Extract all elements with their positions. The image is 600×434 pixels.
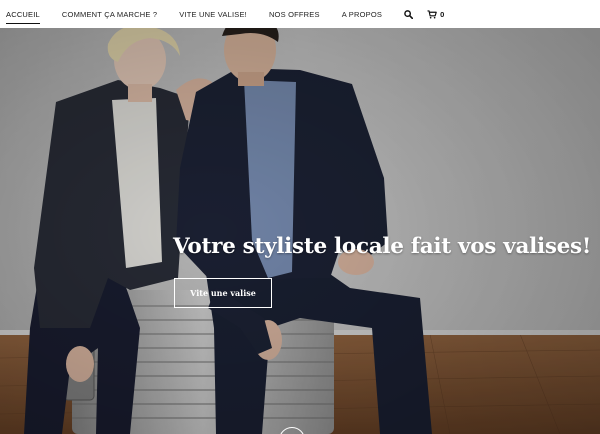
hero-photo	[0, 28, 600, 434]
hero-banner: Votre styliste locale fait vos valises! …	[0, 28, 600, 434]
cart-count: 0	[440, 9, 445, 19]
nav-item-a-propos[interactable]: A PROPOS	[342, 10, 382, 19]
cart-icon	[427, 9, 437, 19]
cart-button[interactable]: 0	[427, 10, 444, 19]
hero-headline: Votre styliste locale fait vos valises!	[173, 234, 591, 259]
nav-item-vite-une-valise[interactable]: VITE UNE VALISE!	[179, 10, 247, 19]
search-icon[interactable]	[404, 9, 414, 19]
top-navigation: ACCUEIL COMMENT ÇA MARCHE ? VITE UNE VAL…	[0, 0, 600, 28]
nav-item-accueil[interactable]: ACCUEIL	[6, 10, 40, 24]
nav-item-comment-ca-marche[interactable]: COMMENT ÇA MARCHE ?	[62, 10, 157, 19]
vite-une-valise-button[interactable]: Vite une valise	[174, 278, 272, 308]
nav-item-nos-offres[interactable]: NOS OFFRES	[269, 10, 320, 19]
